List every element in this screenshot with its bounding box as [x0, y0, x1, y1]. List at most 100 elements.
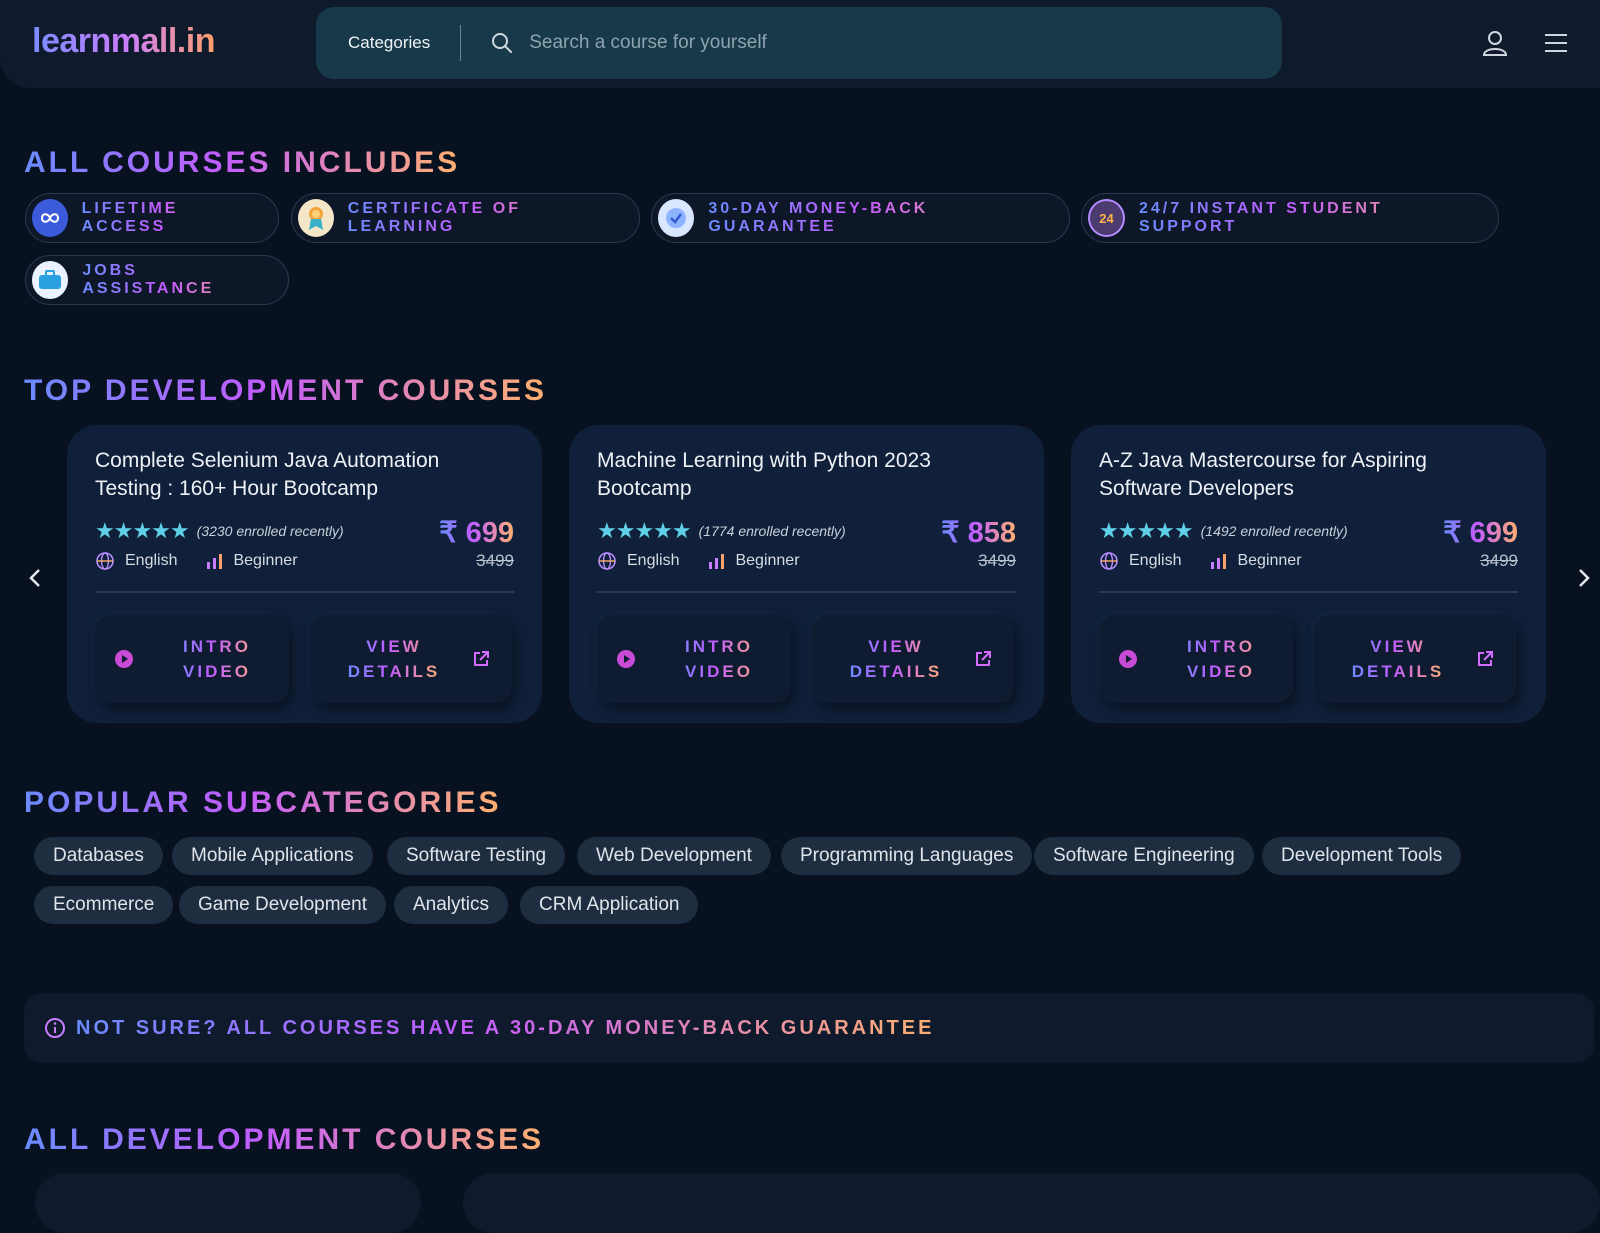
all-courses-title: ALL DEVELOPMENT COURSES [24, 1123, 545, 1156]
globe-icon [96, 552, 114, 570]
subcategory-chip[interactable]: Databases [34, 837, 163, 875]
external-link-icon [976, 651, 991, 666]
star-rating: ★★★★★ [95, 518, 190, 543]
intro-video-label: INTRO VIDEO [169, 634, 265, 684]
feature-certificate: CERTIFICATE OF LEARNING [291, 193, 640, 243]
feature-label: 30-DAY MONEY-BACK GUARANTEE [708, 200, 1049, 236]
intro-video-button[interactable]: INTRO VIDEO [1099, 615, 1293, 703]
feature-lifetime-access: LIFETIME ACCESS [25, 193, 279, 243]
subcategory-chip[interactable]: Development Tools [1262, 837, 1462, 875]
feature-label: LIFETIME ACCESS [82, 200, 258, 236]
check-badge-icon [658, 199, 695, 237]
certificate-icon [298, 199, 334, 237]
rating-row: ★★★★★ (3230 enrolled recently) [95, 518, 344, 544]
view-details-label: VIEW DETAILS [346, 634, 442, 684]
subcategory-chip[interactable]: Ecommerce [34, 886, 174, 924]
globe-icon [1100, 552, 1118, 570]
subcategory-chip[interactable]: Web Development [577, 837, 771, 875]
course-level: Beginner [1237, 552, 1302, 569]
course-card[interactable]: A-Z Java Mastercourse for Aspiring Softw… [1071, 425, 1546, 723]
enrolled-count: (1774 enrolled recently) [698, 523, 846, 539]
view-details-label: VIEW DETAILS [1350, 634, 1446, 684]
search-input[interactable] [527, 31, 1282, 55]
external-link-icon [474, 651, 489, 666]
course-language: English [1129, 552, 1182, 569]
course-meta: English Beginner [1099, 551, 1330, 571]
feature-jobs-assistance: JOBS ASSISTANCE [25, 255, 289, 305]
language-meta: English [597, 551, 679, 571]
search-icon [491, 31, 515, 55]
course-language: English [125, 552, 178, 569]
card-divider [1099, 591, 1518, 593]
filter-panel [35, 1173, 421, 1233]
bar-chart-icon [207, 554, 223, 569]
globe-icon [598, 552, 616, 570]
course-price: ₹ 699 [439, 517, 514, 549]
card-divider [95, 591, 514, 593]
course-title[interactable]: Complete Selenium Java Automation Testin… [95, 447, 495, 503]
subcategory-chip[interactable]: Software Engineering [1034, 837, 1254, 875]
intro-video-button[interactable]: INTRO VIDEO [95, 615, 289, 703]
language-meta: English [1099, 551, 1181, 571]
guarantee-banner: NOT SURE? ALL COURSES HAVE A 30-DAY MONE… [24, 993, 1594, 1063]
site-logo[interactable]: learnmall.in [32, 22, 215, 61]
external-link-icon [1478, 651, 1493, 666]
play-icon [115, 650, 133, 668]
play-icon [1119, 650, 1137, 668]
star-rating: ★★★★★ [1099, 518, 1194, 543]
feature-label: JOBS ASSISTANCE [82, 262, 268, 298]
card-divider [597, 591, 1016, 593]
course-title[interactable]: A-Z Java Mastercourse for Aspiring Softw… [1099, 447, 1499, 503]
level-meta: Beginner [707, 552, 800, 570]
language-meta: English [95, 551, 177, 571]
intro-video-label: INTRO VIDEO [1173, 634, 1269, 684]
view-details-button[interactable]: VIEW DETAILS [1314, 615, 1516, 703]
course-meta: English Beginner [597, 551, 828, 571]
enrolled-count: (1492 enrolled recently) [1200, 523, 1348, 539]
course-card[interactable]: Complete Selenium Java Automation Testin… [67, 425, 542, 723]
subcategory-chip[interactable]: Game Development [179, 886, 386, 924]
support-24-icon: 24 [1088, 199, 1125, 237]
course-old-price: 3499 [978, 551, 1016, 570]
top-courses-title: TOP DEVELOPMENT COURSES [24, 374, 547, 407]
briefcase-icon [32, 261, 69, 299]
feature-money-back: 30-DAY MONEY-BACK GUARANTEE [651, 193, 1070, 243]
carousel-next-arrow[interactable] [1571, 566, 1595, 590]
rating-row: ★★★★★ (1492 enrolled recently) [1099, 518, 1348, 544]
intro-video-label: INTRO VIDEO [671, 634, 767, 684]
user-icon[interactable] [1480, 28, 1510, 58]
intro-video-button[interactable]: INTRO VIDEO [597, 615, 791, 703]
subcategories-title: POPULAR SUBCATEGORIES [24, 786, 502, 819]
carousel-prev-arrow[interactable] [24, 566, 48, 590]
guarantee-text: NOT SURE? ALL COURSES HAVE A 30-DAY MONE… [76, 1016, 935, 1039]
subcategory-chip[interactable]: Software Testing [387, 837, 566, 875]
feature-support: 24 24/7 INSTANT STUDENT SUPPORT [1081, 193, 1499, 243]
course-title[interactable]: Machine Learning with Python 2023 Bootca… [597, 447, 997, 503]
includes-title: ALL COURSES INCLUDES [24, 146, 461, 179]
level-meta: Beginner [205, 552, 298, 570]
course-card[interactable]: Machine Learning with Python 2023 Bootca… [569, 425, 1044, 723]
subcategory-chip[interactable]: CRM Application [520, 886, 699, 924]
view-details-button[interactable]: VIEW DETAILS [812, 615, 1014, 703]
course-level: Beginner [735, 552, 800, 569]
info-icon [45, 1018, 65, 1038]
course-list-panel [463, 1173, 1600, 1233]
enrolled-count: (3230 enrolled recently) [196, 523, 344, 539]
subcategory-chip[interactable]: Mobile Applications [172, 837, 373, 875]
categories-button[interactable]: Categories [316, 25, 462, 61]
course-meta: English Beginner [95, 551, 326, 571]
star-rating: ★★★★★ [597, 518, 692, 543]
course-price: ₹ 858 [941, 517, 1016, 549]
course-old-price: 3499 [1480, 551, 1518, 570]
bar-chart-icon [709, 554, 725, 569]
menu-icon[interactable] [1541, 28, 1571, 58]
infinity-icon [32, 199, 68, 237]
search-bar: Categories [316, 7, 1282, 79]
subcategory-chip[interactable]: Analytics [394, 886, 509, 924]
play-icon [617, 650, 635, 668]
top-header: learnmall.in Categories [0, 0, 1600, 88]
subcategory-chip[interactable]: Programming Languages [781, 837, 1033, 875]
view-details-label: VIEW DETAILS [848, 634, 944, 684]
view-details-button[interactable]: VIEW DETAILS [310, 615, 512, 703]
feature-label: 24/7 INSTANT STUDENT SUPPORT [1139, 200, 1478, 236]
